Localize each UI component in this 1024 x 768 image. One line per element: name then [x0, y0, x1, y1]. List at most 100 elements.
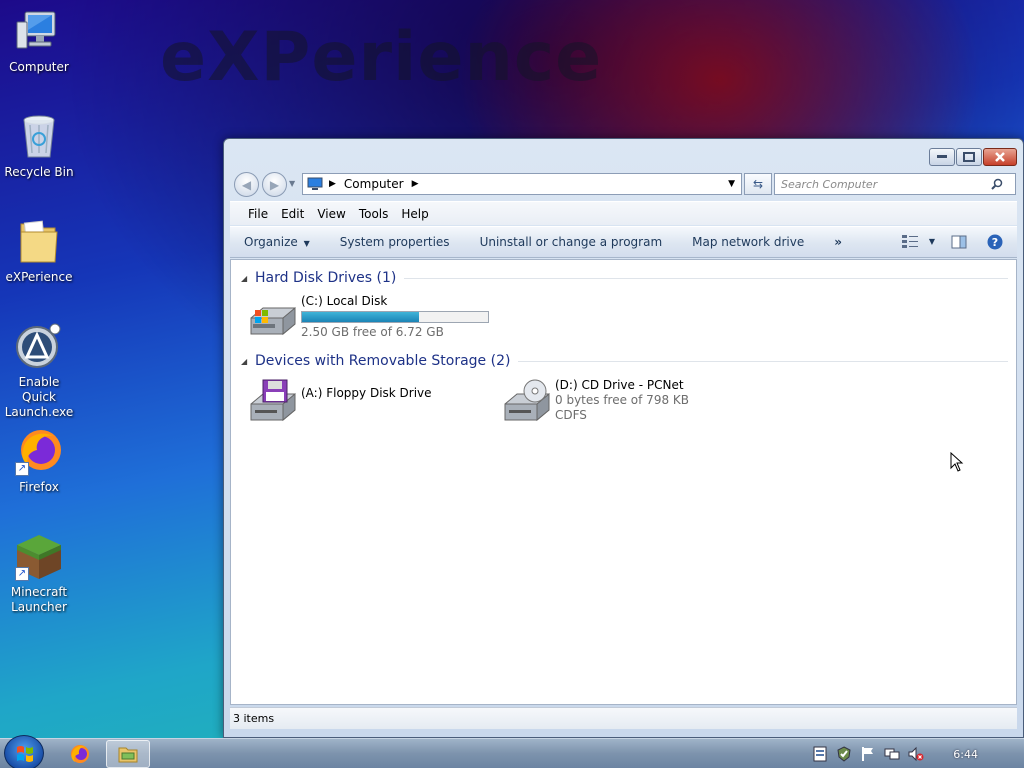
windows-logo-icon: [17, 746, 33, 762]
drive-name: (A:) Floppy Disk Drive: [301, 386, 432, 400]
quick-launch-app-icon: [15, 323, 63, 371]
drive-usage-fill: [302, 312, 419, 322]
drive-name: (C:) Local Disk: [301, 294, 388, 308]
desktop-icon-recycle-bin[interactable]: Recycle Bin: [0, 113, 78, 180]
computer-small-icon: [307, 177, 323, 190]
menu-bar: File Edit View Tools Help: [230, 201, 1017, 225]
taskbar-clock[interactable]: 6:44: [953, 748, 978, 761]
item-count: 3 items: [233, 712, 275, 725]
group-header-removable-storage[interactable]: ◢ Devices with Removable Storage (2): [241, 352, 1008, 370]
collapse-triangle-icon[interactable]: ◢: [241, 274, 253, 283]
computer-icon: [15, 8, 63, 56]
desktop-icon-label: Minecraft Launcher: [10, 585, 68, 614]
network-icon[interactable]: [883, 745, 901, 763]
breadcrumb-arrow-icon[interactable]: ▶: [412, 179, 419, 189]
mouse-cursor-icon: [950, 451, 964, 475]
help-button[interactable]: ?: [987, 234, 1003, 253]
recent-pages-dropdown[interactable]: ▼: [289, 179, 295, 188]
breadcrumb-arrow-icon[interactable]: ▶: [329, 179, 336, 189]
search-box[interactable]: [774, 173, 1016, 195]
svg-text:?: ?: [992, 236, 998, 249]
desktop-icon-label: Recycle Bin: [4, 165, 74, 179]
menu-edit[interactable]: Edit: [281, 207, 304, 221]
help-icon: ?: [987, 234, 1003, 250]
taskbar-explorer-button[interactable]: [106, 740, 150, 768]
forward-button[interactable]: ▶: [262, 172, 287, 197]
breadcrumb-computer[interactable]: Computer: [344, 177, 404, 191]
search-input[interactable]: [781, 175, 991, 193]
drive-item-c[interactable]: (C:) Local Disk 2.50 GB free of 6.72 GB: [247, 294, 489, 342]
preview-pane-icon: [951, 235, 967, 249]
view-options-icon: [901, 235, 918, 248]
wallpaper-text: eXPerience: [160, 18, 603, 97]
drive-free-space: 2.50 GB free of 6.72 GB: [301, 325, 444, 339]
back-arrow-icon: ◀: [241, 177, 252, 192]
desktop-icon-computer[interactable]: Computer: [0, 8, 78, 75]
preview-pane-button[interactable]: [951, 235, 967, 252]
desktop-icon-enable-quick-launch[interactable]: Enable Quick Launch.exe: [0, 323, 78, 420]
menu-tools[interactable]: Tools: [359, 207, 389, 221]
organize-button[interactable]: Organize ▼: [244, 235, 310, 249]
menu-view[interactable]: View: [317, 207, 345, 221]
command-bar: Organize ▼ System properties Uninstall o…: [230, 226, 1017, 258]
hard-disk-icon: [247, 294, 299, 342]
group-header-hard-disk-drives[interactable]: ◢ Hard Disk Drives (1): [241, 269, 1008, 287]
uninstall-program-button[interactable]: Uninstall or change a program: [480, 235, 663, 249]
desktop-icon-label: Firefox: [19, 480, 59, 494]
system-properties-button[interactable]: System properties: [340, 235, 450, 249]
file-list-pane: ◢ Hard Disk Drives (1) (C:) Local Disk 2…: [230, 259, 1017, 705]
start-button[interactable]: [4, 735, 44, 768]
desktop-icon-minecraft-launcher[interactable]: ↗ Minecraft Launcher: [0, 533, 78, 615]
folder-icon: [15, 218, 63, 266]
organize-label: Organize: [244, 235, 298, 249]
drive-file-system: CDFS: [555, 408, 587, 422]
drive-free-space: 0 bytes free of 798 KB: [555, 393, 689, 407]
shortcut-arrow-icon: ↗: [15, 567, 29, 581]
chevron-down-icon: ▼: [928, 236, 935, 246]
group-title: Devices with Removable Storage (2): [255, 353, 511, 369]
map-network-drive-button[interactable]: Map network drive: [692, 235, 804, 249]
explorer-window: ◀ ▶ ▼ ▶ Computer ▶ ▼ ⇆ File: [223, 138, 1024, 738]
flag-icon[interactable]: [859, 745, 877, 763]
back-button[interactable]: ◀: [234, 172, 259, 197]
firefox-icon: [71, 745, 89, 763]
drive-info: (A:) Floppy Disk Drive: [301, 378, 432, 426]
collapse-triangle-icon[interactable]: ◢: [241, 357, 253, 366]
action-center-icon[interactable]: [811, 745, 829, 763]
security-icon[interactable]: [835, 745, 853, 763]
refresh-button[interactable]: ⇆: [744, 173, 772, 195]
minimize-button[interactable]: [929, 148, 955, 166]
desktop-icon-experience-folder[interactable]: eXPerience: [0, 218, 78, 285]
address-bar[interactable]: ▶ Computer ▶ ▼: [302, 173, 742, 195]
firefox-icon: ↗: [15, 428, 63, 476]
menu-help[interactable]: Help: [401, 207, 428, 221]
cd-drive-icon: [501, 378, 553, 426]
desktop-icon-firefox[interactable]: ↗ Firefox: [0, 428, 78, 495]
close-button[interactable]: [983, 148, 1017, 166]
desktop-icon-label: eXPerience: [5, 270, 73, 284]
recycle-bin-icon: [15, 113, 63, 161]
volume-muted-icon[interactable]: [907, 745, 925, 763]
taskbar-firefox-button[interactable]: [58, 740, 102, 768]
search-icon: [991, 178, 1003, 190]
menu-file[interactable]: File: [248, 207, 268, 221]
status-bar: 3 items: [230, 707, 1017, 729]
drive-item-a[interactable]: (A:) Floppy Disk Drive: [247, 378, 432, 426]
drive-name: (D:) CD Drive - PCNet: [555, 378, 684, 392]
group-divider: [404, 277, 1008, 279]
desktop-icon-label: Computer: [9, 60, 69, 74]
system-tray: 6:44: [811, 739, 1024, 768]
drive-usage-bar: [301, 311, 489, 323]
maximize-button[interactable]: [956, 148, 982, 166]
taskbar: 6:44: [0, 735, 1024, 768]
desktop-icon-label: Enable Quick Launch.exe: [4, 375, 74, 419]
change-view-button[interactable]: ▼: [901, 234, 935, 248]
drive-info: (D:) CD Drive - PCNet 0 bytes free of 79…: [555, 378, 689, 426]
drive-item-d[interactable]: (D:) CD Drive - PCNet 0 bytes free of 79…: [501, 378, 689, 426]
explorer-icon: [118, 747, 138, 763]
more-commands-button[interactable]: »: [834, 235, 842, 249]
chevron-down-icon: ▼: [303, 239, 310, 248]
floppy-drive-icon: [247, 378, 299, 426]
window-controls: [928, 148, 1017, 166]
address-dropdown-icon[interactable]: ▼: [728, 179, 735, 189]
